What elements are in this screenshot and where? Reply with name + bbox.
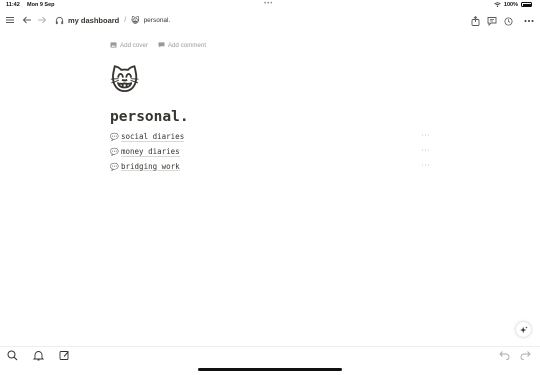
menu-icon[interactable] [5,15,15,25]
image-icon [110,42,117,48]
forward-arrow-icon[interactable] [37,15,47,25]
subpage-more-icon[interactable]: ··· [422,162,431,169]
back-arrow-icon[interactable] [22,15,32,25]
undo-icon[interactable] [499,350,510,360]
breadcrumb-page[interactable]: personal. [144,17,171,24]
breadcrumb-separator: / [124,17,127,24]
breadcrumb-workspace[interactable]: my dashboard [68,16,119,25]
add-comment-button[interactable]: Add comment [158,42,206,49]
subpage-link-bridging-work[interactable]: 💬 bridging work ··· [110,160,430,175]
top-nav-bar: my dashboard / 😸 personal. [0,11,540,31]
subpage-list: 💬 social diaries ··· 💬 money diaries ···… [110,130,430,174]
battery-icon [521,2,532,7]
subpage-label: social diaries [121,131,185,142]
add-cover-button[interactable]: Add cover [110,42,148,49]
headphones-icon [55,16,64,25]
speech-bubble-icon: 💬 [110,163,119,171]
breadcrumb-page-emoji: 😸 [131,16,140,25]
speech-bubble-icon: 💬 [110,134,119,142]
subpage-link-money-diaries[interactable]: 💬 money diaries ··· [110,145,430,160]
wifi-icon [494,2,501,7]
sparkle-icon [519,325,528,333]
top-right-tools [471,11,534,31]
bottom-toolbar [0,346,540,364]
more-options-icon[interactable] [524,19,534,23]
add-cover-label: Add cover [120,41,148,49]
breadcrumb: my dashboard / 😸 personal. [55,16,170,25]
battery-percent: 100% [503,1,518,8]
redo-icon[interactable] [520,350,531,360]
share-icon[interactable] [471,16,480,26]
new-page-compose-icon[interactable] [59,350,70,361]
subpage-more-icon[interactable]: ··· [422,132,431,139]
notifications-bell-icon[interactable] [33,350,44,361]
comments-icon[interactable] [487,16,497,26]
history-clock-icon[interactable] [504,16,513,26]
speech-bubble-icon: 💬 [110,149,119,157]
subpage-label: money diaries [121,146,180,157]
add-comment-label: Add comment [167,41,207,49]
status-right: 100% [494,2,532,8]
status-time: 11:42 [6,2,20,8]
page-meta-actions: Add cover Add comment [110,40,430,50]
search-icon[interactable] [7,350,18,361]
subpage-link-social-diaries[interactable]: 💬 social diaries ··· [110,130,430,145]
subpage-more-icon[interactable]: ··· [422,147,431,154]
ai-sparkle-button[interactable] [516,322,531,337]
status-bar: 11:42 Mon 9 Sep ••• 100% [0,0,540,11]
multitasking-dots-icon[interactable]: ••• [264,1,273,7]
status-date: Mon 9 Sep [27,2,55,8]
comment-icon [158,42,165,48]
home-indicator[interactable] [198,368,342,371]
page-content: Add cover Add comment 😸 personal. 💬 soci… [110,40,430,172]
page-title[interactable]: personal. [110,109,189,125]
page-emoji-icon[interactable]: 😸 [110,67,139,95]
subpage-label: bridging work [121,161,180,172]
